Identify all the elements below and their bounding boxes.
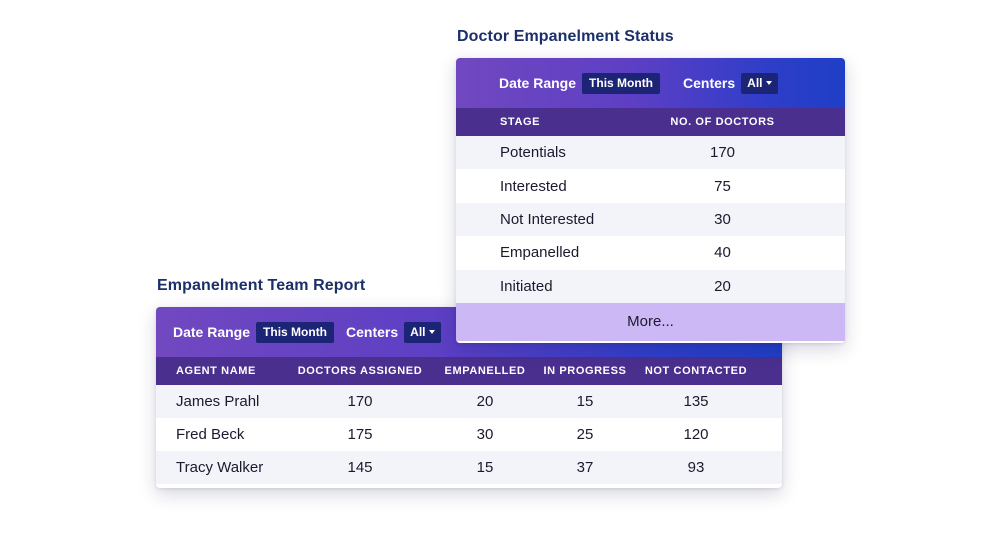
in-progress-cell: 25 (576, 426, 594, 443)
centers-select-value: All (410, 325, 426, 339)
agent-name-cell: Fred Beck (176, 426, 245, 443)
table-row: Interested 75 (456, 169, 845, 203)
more-button[interactable]: More... (456, 302, 845, 341)
column-header-empanelled: EMPANELLED (444, 365, 526, 377)
assigned-cell: 175 (347, 426, 373, 443)
not-contacted-cell: 120 (683, 426, 709, 443)
count-cell: 20 (714, 277, 731, 295)
not-contacted-cell: 135 (683, 393, 709, 410)
in-progress-cell: 15 (576, 393, 594, 410)
empanelled-cell: 20 (476, 393, 494, 410)
caret-down-icon (428, 330, 435, 334)
date-range-select[interactable]: This Month (582, 72, 661, 94)
not-contacted-cell: 93 (687, 459, 705, 476)
agent-name-cell: James Prahl (176, 393, 260, 410)
centers-label: Centers (346, 324, 399, 340)
empanelled-cell: 30 (476, 426, 494, 443)
column-header-doctors-assigned: DOCTORS ASSIGNED (297, 365, 423, 377)
status-panel: Date Range This Month Centers All STAGE … (456, 58, 845, 343)
status-table-header: STAGE NO. OF DOCTORS (456, 108, 845, 136)
table-row: Fred Beck 175 30 25 120 (156, 418, 782, 451)
table-row: Not Interested 30 (456, 202, 845, 237)
count-cell: 30 (714, 210, 731, 228)
centers-select[interactable]: All (404, 321, 441, 343)
column-header-in-progress: IN PROGRESS (543, 365, 627, 377)
date-range-select[interactable]: This Month (256, 321, 335, 343)
stage-cell: Not Interested (500, 210, 595, 228)
centers-select[interactable]: All (741, 72, 778, 94)
count-cell: 40 (714, 244, 731, 262)
table-row: Potentials 170 (456, 136, 845, 170)
team-table-header: AGENT NAME DOCTORS ASSIGNED EMPANELLED I… (156, 357, 782, 385)
table-row: Tracy Walker 145 15 37 93 (156, 451, 782, 484)
status-panel-title: Doctor Empanelment Status (457, 28, 674, 45)
caret-down-icon (765, 81, 772, 85)
team-report-title: Empanelment Team Report (157, 277, 366, 294)
stage-cell: Initiated (500, 277, 553, 295)
status-filter-bar: Date Range This Month Centers All (456, 58, 845, 108)
centers-label: Centers (683, 75, 736, 91)
agent-name-cell: Tracy Walker (176, 459, 264, 476)
stage-cell: Interested (500, 177, 567, 195)
column-header-stage: STAGE (500, 116, 541, 128)
column-header-not-contacted: NOT CONTACTED (644, 365, 748, 377)
count-cell: 75 (714, 177, 731, 195)
centers-select-value: All (747, 76, 763, 90)
stage-cell: Empanelled (500, 244, 580, 262)
assigned-cell: 145 (347, 459, 373, 476)
date-range-label: Date Range (173, 324, 251, 340)
empanelled-cell: 15 (476, 459, 494, 476)
stage-cell: Potentials (500, 144, 566, 162)
table-row: James Prahl 170 20 15 135 (156, 385, 782, 418)
column-header-agent-name: AGENT NAME (176, 365, 256, 377)
column-header-doctor-count: NO. OF DOCTORS (670, 116, 775, 128)
assigned-cell: 170 (347, 393, 373, 410)
in-progress-cell: 37 (576, 459, 594, 476)
date-range-label: Date Range (499, 75, 577, 91)
table-row: Initiated 20 (456, 269, 845, 303)
table-row: Empanelled 40 (456, 236, 845, 270)
count-cell: 170 (709, 144, 736, 162)
